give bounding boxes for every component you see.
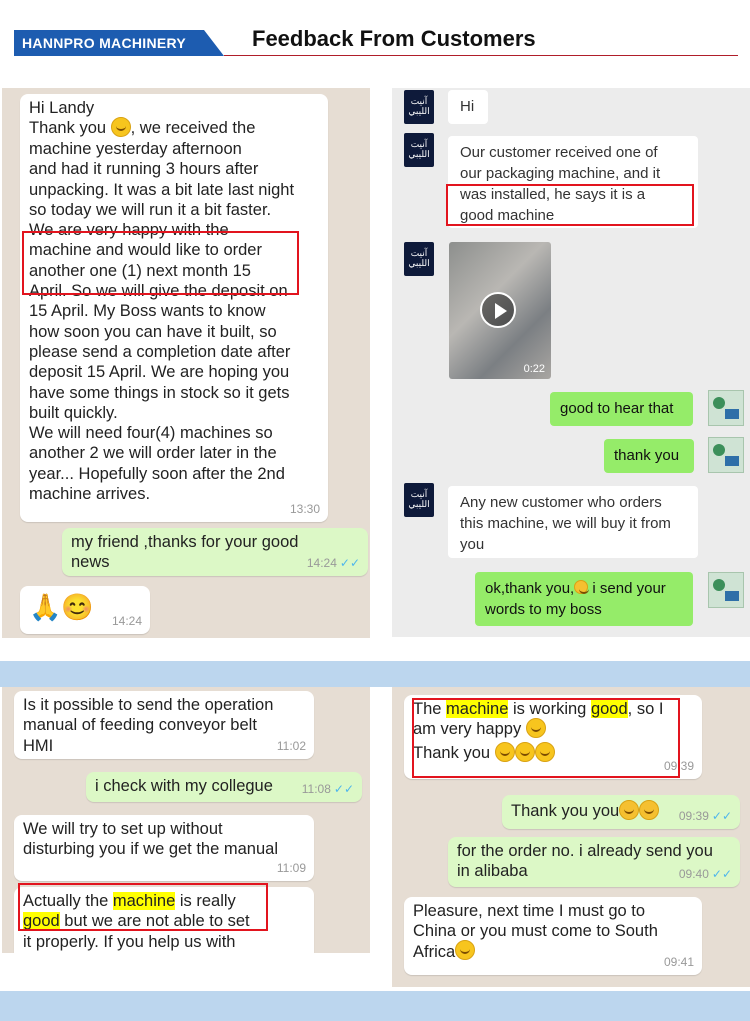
chat-message-send-boss: ok,thank you, i send your words to my bo… <box>475 572 693 626</box>
message-line: HMI <box>23 736 54 755</box>
message-line: built quickly. <box>29 403 118 422</box>
message-line: Africa <box>413 940 693 963</box>
message-line: this machine, we will buy it from <box>460 515 671 532</box>
header-divider <box>224 55 738 56</box>
message-line: Thank you , we received the <box>29 116 319 139</box>
highlight-box <box>22 231 299 295</box>
message-line: how soon you can have it built, so <box>29 322 277 341</box>
section-band <box>0 991 750 1021</box>
user-avatar <box>708 390 744 426</box>
chat-message-alibaba: for the order no. i already send you in … <box>448 837 740 887</box>
message-time: 11:08 ✓✓ <box>301 781 354 796</box>
message-time: 11:02 <box>276 738 306 753</box>
video-thumbnail[interactable]: 0:22 <box>449 242 551 379</box>
read-receipt-icon: ✓✓ <box>333 781 354 796</box>
chat-panel-4: The machine is working good, so I am ver… <box>392 687 750 987</box>
user-avatar <box>708 572 744 608</box>
message-time: 09:40 ✓✓ <box>678 866 732 881</box>
kiss-emoji-icon <box>619 799 640 820</box>
message-line: words to my boss <box>485 601 602 618</box>
message-line: have some things in stock so it gets <box>29 383 290 402</box>
user-avatar <box>708 437 744 473</box>
message-line: manual of feeding conveyor belt <box>23 716 257 735</box>
customer-avatar: آنيت الليبي <box>404 242 434 276</box>
message-line: 15 April. My Boss wants to know <box>29 302 266 321</box>
chat-panel-1: Hi Landy Thank you , we received the mac… <box>2 88 370 638</box>
play-icon[interactable] <box>480 292 516 328</box>
chat-message-new-customer: Any new customer who orders this machine… <box>448 486 698 558</box>
message-line: year... Hopefully soon after the 2nd <box>29 464 285 483</box>
smile-emoji-icon <box>110 116 131 137</box>
customer-avatar: آنيت الليبي <box>404 90 434 124</box>
chat-message-thank-you: Thank you you 09:39 ✓✓ <box>502 795 740 829</box>
chat-panel-3: Is it possible to send the operation man… <box>2 687 370 953</box>
message-time: 14:24 <box>111 613 142 628</box>
customer-avatar: آنيت الليبي <box>404 483 434 517</box>
highlight-box <box>412 698 680 778</box>
message-line: Is it possible to send the operation <box>23 696 274 714</box>
message-line: disturbing you if we get the manual <box>23 840 278 859</box>
chat-message-pleasure: Pleasure, next time I must go to China o… <box>404 897 702 975</box>
chat-message-3: 🙏😊 14:24 <box>20 586 150 634</box>
chat-message-2: my friend ,thanks for your good news 14:… <box>62 528 368 576</box>
chat-message-1: Hi Landy Thank you , we received the mac… <box>20 94 328 522</box>
chat-message-setup: We will try to set up without disturbing… <box>14 815 314 881</box>
video-duration: 0:22 <box>523 363 545 375</box>
message-line: please send a completion date after <box>29 342 291 361</box>
message-line: machine arrives. <box>29 484 151 503</box>
message-line: our packaging machine, and it <box>460 165 661 182</box>
message-line: another 2 we will order later in the <box>29 444 277 463</box>
brand-name: HANNPRO MACHINERY <box>22 35 187 51</box>
message-line: Pleasure, next time I must go to <box>413 902 646 920</box>
message-time: 14:24 ✓✓ <box>306 555 360 570</box>
message-line: Hi Landy <box>29 99 95 117</box>
message-line: for the order no. i already send you <box>457 842 713 860</box>
kiss-emoji-icon <box>639 799 660 820</box>
chat-message-check: i check with my collegue 11:08 ✓✓ <box>86 772 362 802</box>
message-line: We will try to set up without <box>23 820 223 838</box>
smile-emoji-icon <box>455 940 476 961</box>
read-receipt-icon: ✓✓ <box>339 555 360 570</box>
chat-panel-2: آنيت الليبي Hi آنيت الليبي Our customer … <box>392 88 750 637</box>
customer-avatar: آنيت الليبي <box>404 133 434 167</box>
chat-message-good: good to hear that <box>550 392 693 426</box>
message-line: it properly. If you help us with <box>23 932 236 951</box>
chat-message-thanks: thank you <box>604 439 694 473</box>
message-line: deposit 15 April. We are hoping you <box>29 363 290 382</box>
message-line: We will need four(4) machines so <box>29 424 273 443</box>
message-line: you <box>460 536 485 553</box>
read-receipt-icon: ✓✓ <box>711 866 732 881</box>
read-receipt-icon: ✓✓ <box>711 808 732 823</box>
highlight-box <box>18 883 268 931</box>
message-line: unpacking. It was a bit late last night <box>29 180 295 199</box>
message-time: 09:39 ✓✓ <box>678 808 732 823</box>
section-band <box>0 661 750 687</box>
message-time: 11:09 <box>276 860 306 875</box>
message-line: ok,thank you, i send your <box>485 580 666 597</box>
page-title: Feedback From Customers <box>252 26 536 51</box>
wink-emoji-icon <box>574 580 590 595</box>
message-line: my friend ,thanks for your good <box>71 533 299 551</box>
message-line: and had it running 3 hours after <box>29 160 259 179</box>
message-line: Our customer received one of <box>460 144 658 161</box>
message-line: machine yesterday afternoon <box>29 139 242 158</box>
message-line: Any new customer who orders <box>460 494 662 511</box>
highlight-box <box>446 184 694 226</box>
chat-message-hi: Hi <box>448 90 488 124</box>
message-line: so today we will run it a bit faster. <box>29 200 272 219</box>
message-time: 09:41 <box>663 954 694 969</box>
message-line: China or you must come to South <box>413 922 658 941</box>
chat-message-manual: Is it possible to send the operation man… <box>14 691 314 759</box>
brand-badge: HANNPRO MACHINERY <box>14 30 224 56</box>
message-time: 13:30 <box>289 501 320 516</box>
